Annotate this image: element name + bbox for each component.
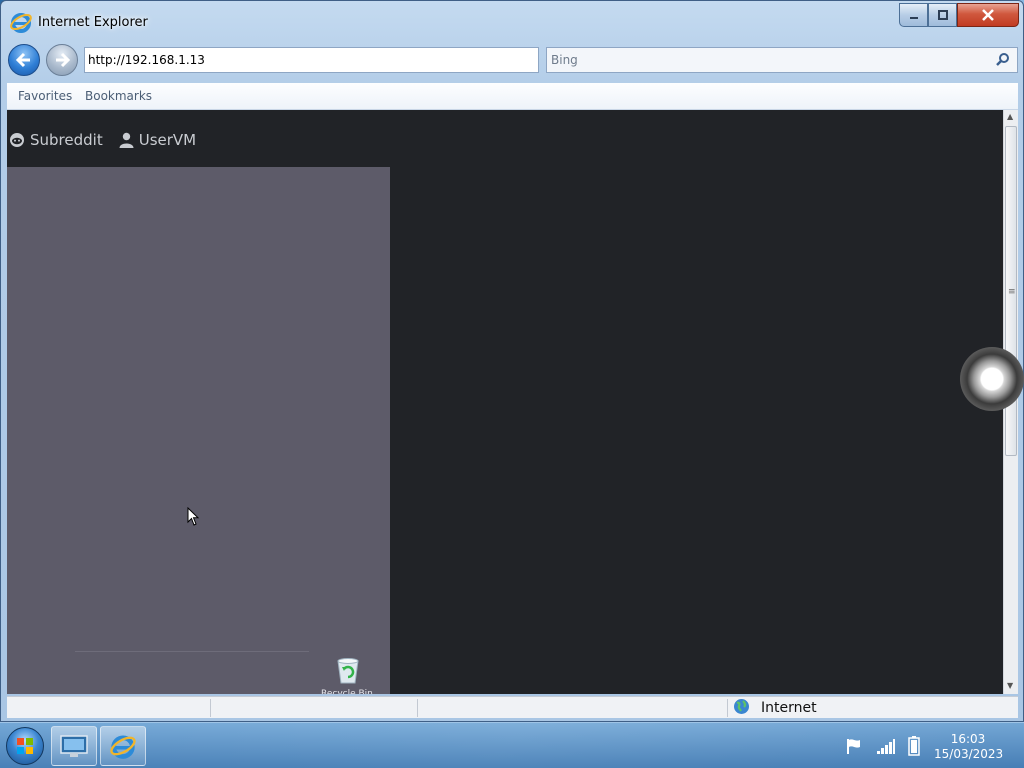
minimize-button[interactable] xyxy=(899,3,928,27)
floating-action-button[interactable] xyxy=(960,347,1024,411)
browser-window: Internet Explorer http://192.168.1.13 Bi… xyxy=(0,0,1024,722)
minimize-icon xyxy=(909,17,918,19)
clock-date: 15/03/2023 xyxy=(934,747,1004,761)
scroll-up-icon[interactable]: ▲ xyxy=(1007,112,1013,121)
mouse-cursor-icon xyxy=(187,507,200,526)
recycle-bin-label: Recycle Bin xyxy=(321,689,373,694)
scroll-down-icon[interactable]: ▼ xyxy=(1007,681,1013,690)
status-separator xyxy=(210,699,211,717)
remote-desktop-icon xyxy=(60,735,88,757)
favorites-bar: Favorites Bookmarks xyxy=(7,83,1018,110)
windows-logo-icon xyxy=(17,738,33,754)
page-content: Subreddit UserVM Recycle Bin xyxy=(7,110,1003,694)
panel-divider xyxy=(75,651,309,652)
forward-arrow-icon xyxy=(56,52,71,68)
navigation-bar: http://192.168.1.13 Bing xyxy=(1,41,1023,81)
internet-explorer-icon xyxy=(110,735,136,759)
forward-button[interactable] xyxy=(46,44,78,76)
status-bar: Internet xyxy=(7,696,1018,718)
back-arrow-icon xyxy=(15,52,30,68)
scroll-grip-icon: ≡ xyxy=(1008,287,1016,297)
search-input[interactable]: Bing xyxy=(546,47,1018,73)
caption-buttons xyxy=(899,3,1019,29)
subreddit-label: Subreddit xyxy=(30,131,103,149)
network-signal-icon[interactable] xyxy=(876,737,896,755)
page-topnav: Subreddit UserVM xyxy=(9,131,196,149)
user-icon xyxy=(119,132,134,148)
taskbar-remote-desktop[interactable] xyxy=(51,726,97,766)
close-button[interactable] xyxy=(957,3,1019,27)
bookmarks-link[interactable]: Bookmarks xyxy=(85,89,152,103)
status-separator xyxy=(727,699,728,717)
status-separator xyxy=(417,699,418,717)
title-bar[interactable]: Internet Explorer xyxy=(1,1,1023,41)
battery-icon[interactable] xyxy=(908,736,920,756)
subreddit-link[interactable]: Subreddit xyxy=(9,131,103,149)
security-zone: Internet xyxy=(761,700,817,716)
remote-desktop-panel[interactable]: Recycle Bin xyxy=(7,167,390,694)
search-icon[interactable] xyxy=(995,52,1011,68)
recycle-bin-icon[interactable] xyxy=(333,655,363,685)
start-button[interactable] xyxy=(6,727,44,765)
window-title: Internet Explorer xyxy=(38,15,148,30)
taskbar: 16:03 15/03/2023 xyxy=(0,722,1024,768)
uservm-label: UserVM xyxy=(138,131,197,149)
uservm-link[interactable]: UserVM xyxy=(119,131,196,149)
address-bar[interactable]: http://192.168.1.13 xyxy=(84,47,539,73)
reddit-icon xyxy=(10,133,24,147)
search-placeholder: Bing xyxy=(551,53,578,67)
internet-explorer-icon xyxy=(10,13,32,33)
taskbar-internet-explorer[interactable] xyxy=(100,726,146,766)
close-icon xyxy=(982,9,994,21)
globe-icon xyxy=(734,699,749,714)
maximize-button[interactable] xyxy=(928,3,957,27)
clock-time: 16:03 xyxy=(950,732,986,746)
back-button[interactable] xyxy=(8,44,40,76)
maximize-icon xyxy=(937,10,948,20)
favorites-link[interactable]: Favorites xyxy=(18,89,72,103)
action-center-flag-icon[interactable] xyxy=(845,737,863,755)
system-clock[interactable]: 16:03 15/03/2023 xyxy=(934,732,1004,762)
